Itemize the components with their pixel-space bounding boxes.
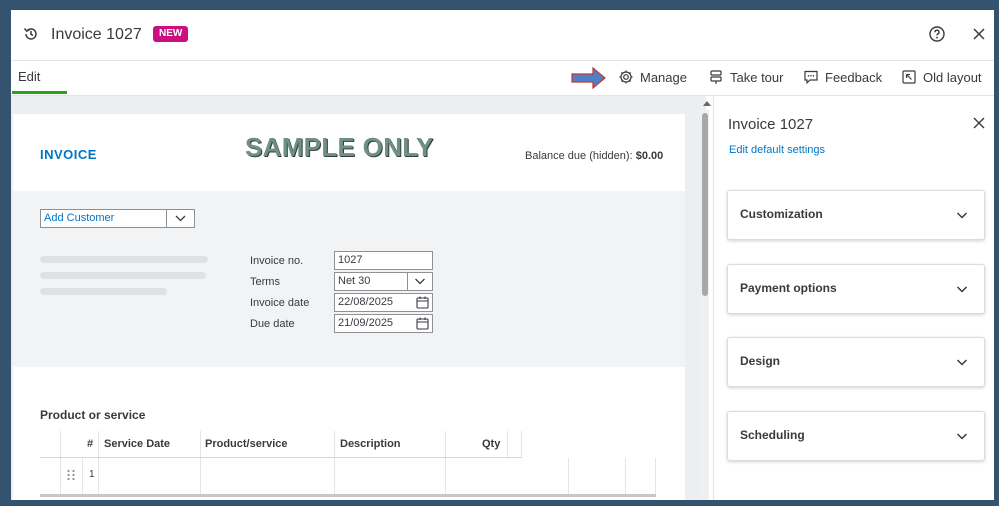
- invoice-no-input[interactable]: 1027: [334, 251, 433, 270]
- edit-default-settings-link[interactable]: Edit default settings: [729, 144, 825, 156]
- skeleton-line: [40, 288, 167, 295]
- take-tour-button[interactable]: Take tour: [708, 69, 783, 85]
- balance-label: Balance due (hidden):: [525, 150, 633, 162]
- terms-select[interactable]: Net 30: [334, 272, 433, 291]
- chevron-down-icon: [956, 359, 968, 366]
- terms-select-caret[interactable]: [407, 273, 432, 290]
- column-divider: [521, 431, 522, 457]
- column-divider: [98, 431, 99, 457]
- close-icon[interactable]: [969, 24, 989, 44]
- customer-select-caret[interactable]: [166, 210, 194, 227]
- old-layout-icon: [902, 70, 916, 84]
- drag-handle-icon[interactable]: [66, 469, 76, 481]
- customer-select[interactable]: Add Customer: [40, 209, 195, 228]
- manage-label: Manage: [640, 69, 687, 85]
- column-divider: [60, 431, 61, 457]
- column-header-qty: Qty: [482, 438, 501, 450]
- balance-due: Balance due (hidden): $0.00: [525, 150, 663, 162]
- invoice-date-label: Invoice date: [250, 297, 310, 309]
- column-header-number: #: [87, 438, 94, 450]
- feedback-icon: [804, 70, 818, 85]
- manage-button[interactable]: Manage: [618, 69, 687, 85]
- calendar-icon[interactable]: [416, 317, 429, 330]
- column-divider: [507, 431, 508, 457]
- customer-section: Add Customer Invoice no. 1027 Terms Net …: [13, 191, 685, 367]
- table-row-border: [40, 494, 656, 497]
- accordion-design[interactable]: Design: [727, 337, 985, 387]
- active-tab-indicator: [12, 91, 67, 94]
- panel-title: Invoice 1027: [728, 116, 814, 133]
- column-divider: [655, 458, 656, 494]
- skeleton-line: [40, 272, 206, 279]
- chevron-down-icon: [956, 433, 968, 440]
- title-bar: Invoice 1027 NEW: [11, 10, 994, 61]
- feedback-label: Feedback: [825, 69, 883, 85]
- column-header-product: Product/service: [205, 438, 288, 450]
- accordion-label: Payment options: [740, 281, 837, 295]
- invoice-canvas: INVOICE SAMPLE ONLY Balance due (hidden)…: [11, 96, 706, 500]
- skeleton-line: [40, 256, 208, 263]
- column-divider: [200, 431, 201, 457]
- chevron-down-icon: [415, 278, 425, 285]
- accordion-customization[interactable]: Customization: [727, 190, 985, 240]
- sample-watermark: SAMPLE ONLY: [245, 132, 434, 162]
- invoice-document: INVOICE SAMPLE ONLY Balance due (hidden)…: [13, 114, 685, 500]
- accordion-label: Customization: [740, 207, 823, 221]
- invoice-header: INVOICE SAMPLE ONLY Balance due (hidden)…: [13, 114, 685, 191]
- invoice-no-label: Invoice no.: [250, 255, 304, 267]
- column-divider: [568, 458, 569, 494]
- invoice-heading: INVOICE: [40, 147, 97, 162]
- product-section-title: Product or service: [40, 408, 146, 422]
- column-divider: [445, 431, 446, 457]
- column-divider: [334, 458, 335, 494]
- accordion-label: Design: [740, 354, 781, 368]
- invoice-date-input[interactable]: 22/08/2025: [334, 293, 433, 312]
- due-date-label: Due date: [250, 318, 295, 330]
- new-badge: NEW: [153, 26, 189, 42]
- accordion-payment-options[interactable]: Payment options: [727, 264, 985, 314]
- due-date-input[interactable]: 21/09/2025: [334, 314, 433, 333]
- column-divider: [445, 458, 446, 494]
- gear-icon: [619, 70, 633, 84]
- arrow-annotation-icon: [571, 66, 606, 90]
- column-divider: [98, 458, 99, 494]
- invoice-window: Invoice 1027 NEW Edit Manage Take tour F…: [11, 10, 994, 500]
- column-divider: [82, 458, 83, 494]
- column-divider: [625, 458, 626, 494]
- old-layout-label: Old layout: [923, 69, 982, 85]
- tab-edit[interactable]: Edit: [18, 69, 40, 84]
- chevron-down-icon: [175, 215, 186, 222]
- column-header-service-date: Service Date: [104, 438, 171, 450]
- invoice-date-value: 22/08/2025: [338, 296, 394, 308]
- table-row[interactable]: 1: [40, 458, 656, 494]
- panel-close-icon[interactable]: [972, 116, 986, 130]
- row-number: 1: [89, 469, 95, 480]
- chevron-down-icon: [956, 286, 968, 293]
- terms-label: Terms: [250, 276, 280, 288]
- help-icon[interactable]: [927, 24, 947, 44]
- column-divider: [200, 458, 201, 494]
- feedback-button[interactable]: Feedback: [803, 69, 882, 85]
- take-tour-label: Take tour: [730, 69, 784, 85]
- window-title: Invoice 1027: [51, 26, 142, 43]
- calendar-icon[interactable]: [416, 296, 429, 309]
- chevron-down-icon: [956, 212, 968, 219]
- accordion-scheduling[interactable]: Scheduling: [727, 411, 985, 461]
- terms-value: Net 30: [338, 275, 371, 287]
- invoice-no-value: 1027: [338, 254, 363, 266]
- signpost-icon: [710, 70, 722, 84]
- old-layout-button[interactable]: Old layout: [901, 69, 982, 85]
- due-date-value: 21/09/2025: [338, 317, 394, 329]
- column-divider: [60, 458, 61, 494]
- settings-panel: Invoice 1027 Edit default settings Custo…: [713, 96, 994, 500]
- toolbar: Edit Manage Take tour Feedback Old layou…: [11, 61, 994, 96]
- column-divider: [334, 431, 335, 457]
- customer-select-value: Add Customer: [44, 212, 115, 224]
- balance-value: $0.00: [635, 150, 664, 162]
- history-icon[interactable]: [22, 25, 40, 43]
- accordion-label: Scheduling: [740, 428, 805, 442]
- column-header-description: Description: [340, 438, 401, 450]
- canvas-scrollbar-thumb[interactable]: [702, 113, 708, 296]
- scroll-up-arrow-icon[interactable]: [703, 101, 711, 106]
